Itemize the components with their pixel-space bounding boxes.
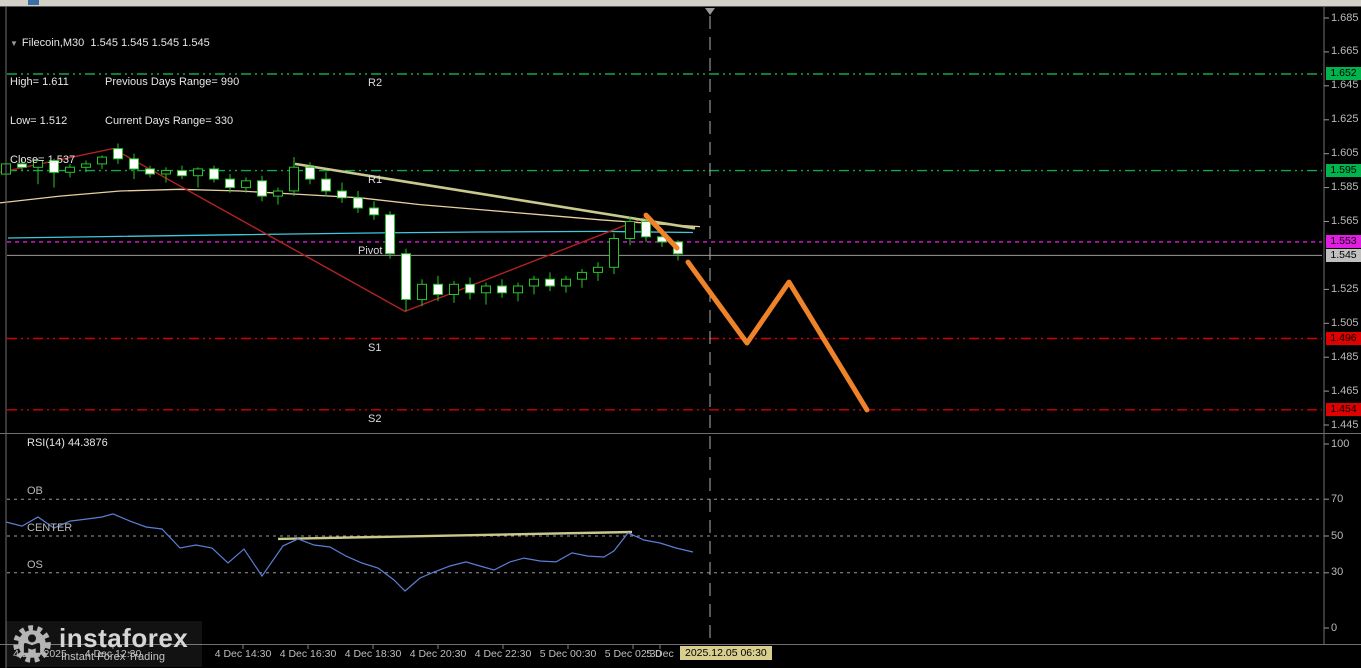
candle-body bbox=[642, 222, 651, 237]
descending-trendline bbox=[295, 164, 695, 228]
rsi-level-label-os: OS bbox=[27, 559, 43, 571]
current-time-badge: 2025.12.05 06:30 bbox=[680, 646, 772, 660]
candle-body bbox=[466, 284, 475, 293]
symbol-title: Filecoin,M30 bbox=[22, 37, 84, 49]
pivot-level-label-pivot: Pivot bbox=[358, 245, 382, 257]
candle-body bbox=[290, 167, 299, 191]
pivot-level-label-r2: R2 bbox=[368, 77, 382, 89]
low-value: Low= 1.512 bbox=[10, 115, 105, 128]
symbol-info-line3: Low= 1.512Current Days Range= 330 bbox=[10, 115, 239, 128]
price-badge-1.454: 1.454 bbox=[1326, 403, 1361, 416]
ma-line-cyan bbox=[8, 231, 693, 238]
time-axis-label: 4 Dec 20:30 bbox=[410, 648, 467, 660]
candle-body bbox=[434, 284, 443, 294]
forecast-segment bbox=[688, 262, 867, 410]
time-axis-label: 5 Dec 00:30 bbox=[540, 648, 597, 660]
time-axis-label: 4 Dec 22:30 bbox=[475, 648, 532, 660]
candle-body bbox=[514, 286, 523, 293]
price-axis-label: 1.585 bbox=[1331, 181, 1359, 193]
candle-body bbox=[386, 215, 395, 254]
rsi-axis-label: 30 bbox=[1331, 566, 1343, 578]
price-badge-1.595: 1.595 bbox=[1326, 164, 1361, 177]
rsi-indicator-label: RSI(14) 44.3876 bbox=[27, 437, 108, 449]
ma-line-tan bbox=[0, 189, 700, 226]
candle-body bbox=[498, 286, 507, 293]
candle-body bbox=[546, 279, 555, 286]
candle-body bbox=[370, 208, 379, 215]
price-axis-label: 1.645 bbox=[1331, 79, 1359, 91]
symbol-info-line1: ▼ Filecoin,M30 1.545 1.545 1.545 1.545 bbox=[10, 37, 239, 50]
price-axis-label: 1.505 bbox=[1331, 317, 1359, 329]
price-axis-label: 1.485 bbox=[1331, 351, 1359, 363]
rsi-trendline bbox=[278, 532, 632, 539]
price-badge-1.553: 1.553 bbox=[1326, 235, 1361, 248]
candle-body bbox=[354, 198, 363, 208]
symbol-info-line4: Close= 1.537 bbox=[10, 154, 239, 167]
rsi-axis-label: 50 bbox=[1331, 530, 1343, 542]
price-axis-label: 1.525 bbox=[1331, 283, 1359, 295]
pivot-level-label-s1: S1 bbox=[368, 342, 381, 354]
price-axis-label: 1.625 bbox=[1331, 113, 1359, 125]
candle-body bbox=[450, 284, 459, 294]
close-value: Close= 1.537 bbox=[10, 154, 75, 166]
rsi-line bbox=[6, 514, 693, 591]
candle-body bbox=[594, 267, 603, 272]
candle-body bbox=[402, 254, 411, 300]
candle-body bbox=[626, 222, 635, 239]
price-badge-1.652: 1.652 bbox=[1326, 67, 1361, 80]
price-axis-label: 1.465 bbox=[1331, 385, 1359, 397]
rsi-level-label-ob: OB bbox=[27, 485, 43, 497]
candle-body bbox=[274, 191, 283, 196]
candle-body bbox=[578, 272, 587, 279]
symbol-info-overlay: ▼ Filecoin,M30 1.545 1.545 1.545 1.545 Hi… bbox=[10, 11, 239, 193]
rsi-level-label-center: CENTER bbox=[27, 522, 72, 534]
candle-body bbox=[338, 191, 347, 198]
time-axis-label: 4 Dec 14:30 bbox=[215, 648, 272, 660]
rsi-axis-label: 0 bbox=[1331, 622, 1337, 634]
candle-body bbox=[322, 179, 331, 191]
vline-top-marker-icon bbox=[705, 8, 715, 15]
price-axis-label: 1.565 bbox=[1331, 215, 1359, 227]
candle-body bbox=[610, 239, 619, 268]
price-axis-label: 1.685 bbox=[1331, 12, 1359, 24]
logo-tagline: Instant Forex Trading bbox=[61, 652, 188, 663]
price-axis-label: 1.605 bbox=[1331, 147, 1359, 159]
candle-body bbox=[306, 167, 315, 179]
curr-range-value: Current Days Range= 330 bbox=[105, 115, 233, 127]
mt4-chart-window: ▼ Filecoin,M30 1.545 1.545 1.545 1.545 Hi… bbox=[0, 0, 1361, 668]
candle-body bbox=[562, 279, 571, 286]
time-axis-label: 4 Dec 16:30 bbox=[280, 648, 337, 660]
instaforex-logo: instaforex Instant Forex Trading bbox=[6, 621, 202, 667]
pivot-level-label-s2: S2 bbox=[368, 413, 381, 425]
candle-body bbox=[258, 181, 267, 196]
gear-icon bbox=[12, 624, 52, 664]
candle-body bbox=[242, 181, 251, 188]
high-value: High= 1.611 bbox=[10, 76, 105, 89]
candle-body bbox=[530, 279, 539, 286]
pivot-level-label-r1: R1 bbox=[368, 174, 382, 186]
symbol-info-line2: High= 1.611Previous Days Range= 990 bbox=[10, 76, 239, 89]
price-badge-1.545: 1.545 bbox=[1326, 249, 1361, 262]
time-axis-label: 5 Dec bbox=[646, 648, 673, 660]
rsi-axis-label: 70 bbox=[1331, 493, 1343, 505]
time-axis-label: 4 Dec 18:30 bbox=[345, 648, 402, 660]
price-axis-label: 1.665 bbox=[1331, 45, 1359, 57]
rsi-axis-label: 100 bbox=[1331, 438, 1349, 450]
candle-body bbox=[418, 284, 427, 299]
price-badge-1.496: 1.496 bbox=[1326, 332, 1361, 345]
logo-name: instaforex bbox=[59, 625, 188, 651]
symbol-quotes: 1.545 1.545 1.545 1.545 bbox=[90, 37, 209, 49]
candle-body bbox=[482, 286, 491, 293]
price-axis-label: 1.445 bbox=[1331, 419, 1359, 431]
prev-range-value: Previous Days Range= 990 bbox=[105, 76, 239, 88]
collapse-triangle-icon[interactable]: ▼ bbox=[10, 39, 18, 48]
